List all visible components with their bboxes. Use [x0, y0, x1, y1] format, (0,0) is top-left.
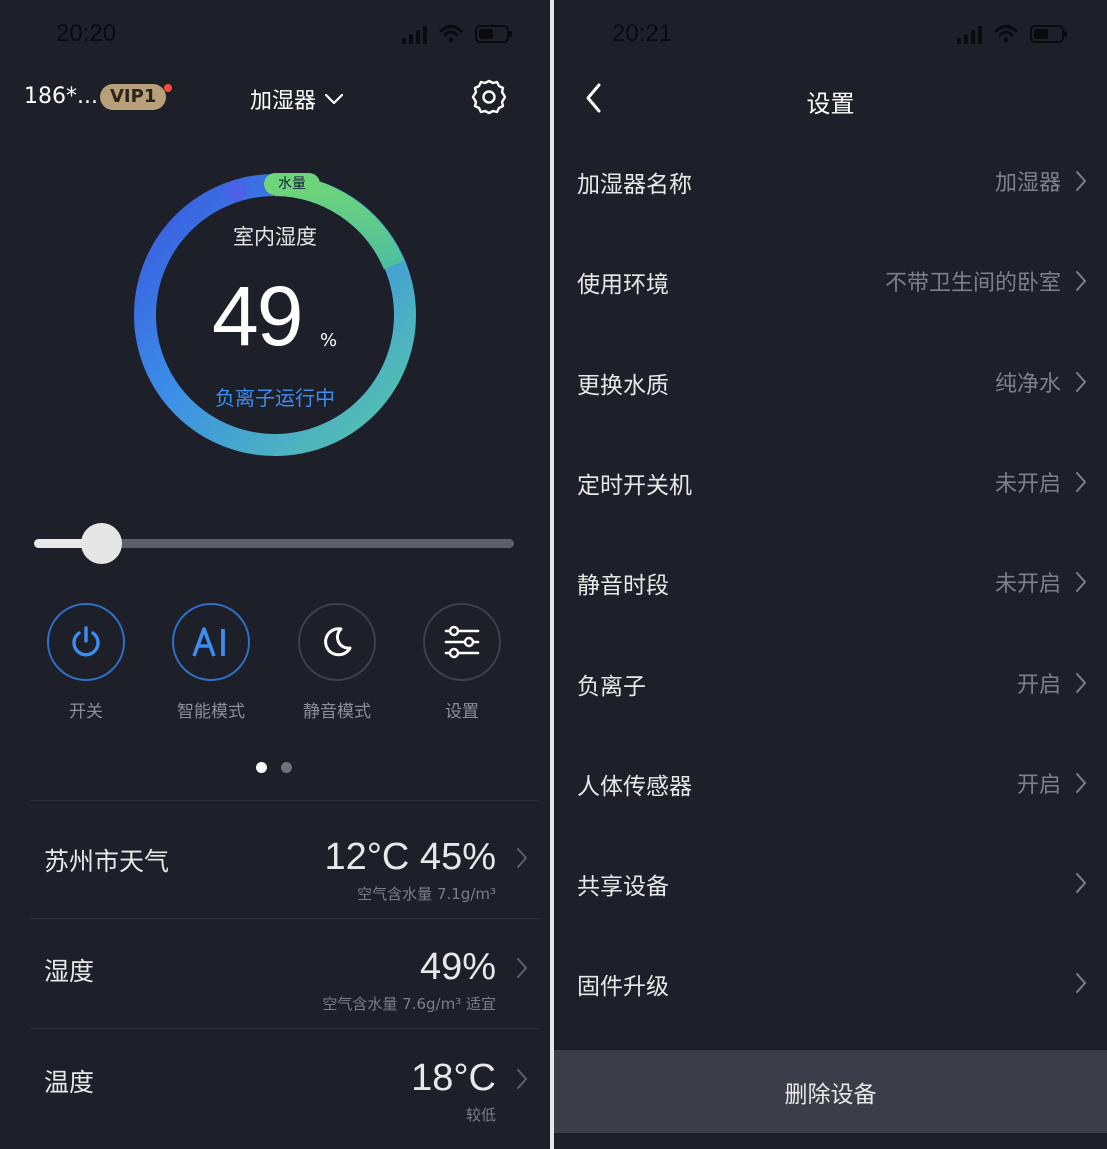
weather-row[interactable]: 苏州市天气 12°C 45% 空气含水量 7.1g/m³: [30, 836, 540, 916]
setting-row-body-sensor[interactable]: 人体传感器 开启: [554, 753, 1107, 813]
setting-row-firmware-upgrade[interactable]: 固件升级: [554, 953, 1107, 1013]
device-selector[interactable]: 加湿器: [250, 83, 344, 115]
humidity-row[interactable]: 湿度 49% 空气含水量 7.6g/m³ 适宜: [30, 946, 540, 1026]
gauge-title: 室内湿度: [233, 225, 317, 249]
setting-row-silent-period[interactable]: 静音时段 未开启: [554, 552, 1107, 612]
setting-label: 加湿器名称: [577, 172, 692, 198]
humidity-row-name: 湿度: [44, 957, 95, 986]
chevron-right-icon: [517, 848, 527, 868]
smart-mode-label: 智能模式: [177, 702, 245, 722]
ai-icon: [192, 627, 225, 657]
settings-mode-button[interactable]: 设置: [422, 603, 502, 722]
moon-icon: [324, 627, 352, 657]
chevron-right-icon: [517, 1069, 527, 1089]
setting-row-anion[interactable]: 负离子 开启: [554, 653, 1107, 713]
page-indicator: [256, 762, 292, 773]
gear-icon[interactable]: [470, 78, 508, 116]
setting-value: 未开启: [994, 471, 1061, 497]
chevron-right-icon: [1076, 772, 1086, 793]
setting-row-share-device[interactable]: 共享设备: [554, 853, 1107, 913]
setting-label: 负离子: [577, 673, 646, 700]
weather-row-sub: 空气含水量 7.1g/m³: [357, 885, 496, 903]
temperature-row-name: 温度: [44, 1068, 95, 1097]
power-button-circle[interactable]: [47, 603, 125, 681]
chevron-right-icon: [1076, 371, 1086, 392]
setting-row-timer[interactable]: 定时开关机 未开启: [554, 452, 1107, 512]
divider: [30, 1028, 540, 1029]
status-icons: [402, 24, 512, 44]
status-time: 20:20: [56, 20, 117, 47]
weather-row-value: 12°C 45%: [324, 836, 496, 878]
setting-row-water-type[interactable]: 更换水质 纯净水: [554, 352, 1107, 412]
setting-row-humidifier-name[interactable]: 加湿器名称 加湿器: [554, 151, 1107, 211]
status-time: 20:21: [612, 20, 673, 47]
setting-label: 定时开关机: [577, 472, 692, 499]
battery-icon: [475, 25, 512, 43]
chevron-right-icon: [1076, 471, 1086, 492]
device-selector-label: 加湿器: [250, 89, 317, 114]
power-icon: [72, 626, 100, 657]
setting-value: 开启: [1016, 772, 1061, 798]
humidity-unit: %: [320, 330, 338, 351]
page-title: 设置: [806, 90, 855, 118]
delete-device-button[interactable]: 删除设备: [554, 1050, 1107, 1133]
wifi-icon: [439, 25, 463, 43]
humidity-row-sub: 空气含水量 7.6g/m³ 适宜: [322, 995, 496, 1013]
chevron-down-icon: [324, 93, 344, 105]
power-button-label: 开关: [69, 702, 103, 722]
slider-thumb[interactable]: [81, 523, 123, 564]
weather-row-name: 苏州市天气: [44, 847, 170, 876]
settings-mode-circle[interactable]: [423, 603, 501, 681]
wifi-icon: [994, 25, 1018, 43]
setting-label: 静音时段: [577, 573, 669, 600]
setting-label: 使用环境: [577, 272, 669, 299]
cellular-signal-icon: [402, 24, 427, 44]
temperature-row-sub: 较低: [465, 1106, 496, 1124]
divider: [30, 800, 540, 801]
status-icons: [957, 24, 1067, 44]
chevron-right-icon: [1076, 572, 1086, 593]
cellular-signal-icon: [957, 24, 982, 44]
water-level-badge: 水量: [264, 173, 320, 195]
chevron-right-icon: [1076, 171, 1086, 191]
smart-mode-circle[interactable]: [172, 603, 250, 681]
settings-mode-label: 设置: [445, 702, 479, 722]
setting-label: 人体传感器: [577, 773, 692, 800]
humidity-value: 49: [212, 269, 303, 363]
account-name[interactable]: 186*...: [24, 84, 98, 109]
page-dot[interactable]: [281, 762, 292, 773]
setting-value: 不带卫生间的卧室: [884, 271, 1061, 297]
setting-label: 共享设备: [577, 874, 669, 901]
humidifier-home-screen: 20:20 186*... VIP1 加湿器 水量 室内湿度 49 % 负离子运…: [0, 0, 550, 1149]
sliders-icon: [444, 625, 480, 659]
setting-label: 更换水质: [577, 372, 669, 399]
silent-mode-label: 静音模式: [303, 702, 371, 722]
divider: [30, 918, 540, 919]
chevron-right-icon: [1076, 672, 1086, 693]
power-button[interactable]: 开关: [46, 603, 126, 722]
setting-row-environment[interactable]: 使用环境 不带卫生间的卧室: [554, 251, 1107, 311]
temperature-row-value: 18°C: [411, 1057, 496, 1099]
setting-value: 纯净水: [994, 371, 1061, 397]
silent-mode-circle[interactable]: [298, 603, 376, 681]
settings-screen: 20:21 设置 加湿器名称 加湿器使用环境 不带卫生间的卧室更换水质 纯净水定时开关…: [554, 0, 1107, 1149]
setting-label: 固件升级: [577, 974, 669, 1001]
setting-value: 未开启: [994, 572, 1061, 598]
humidity-row-value: 49%: [419, 946, 496, 988]
temperature-row[interactable]: 温度 18°C 较低: [30, 1057, 540, 1137]
smart-mode-button[interactable]: 智能模式: [171, 603, 251, 722]
setting-value: 开启: [1016, 672, 1061, 698]
page-dot-active[interactable]: [256, 762, 267, 773]
battery-icon: [1030, 25, 1067, 43]
chevron-right-icon: [1076, 271, 1086, 292]
anion-status: 负离子运行中: [215, 386, 335, 410]
silent-mode-button[interactable]: 静音模式: [297, 603, 377, 722]
chevron-right-icon: [1076, 873, 1086, 894]
setting-value: 加湿器: [994, 171, 1061, 196]
vip-badge[interactable]: VIP1: [100, 84, 167, 110]
chevron-right-icon: [517, 958, 527, 978]
notification-dot: [164, 84, 172, 92]
chevron-right-icon: [1076, 973, 1086, 994]
